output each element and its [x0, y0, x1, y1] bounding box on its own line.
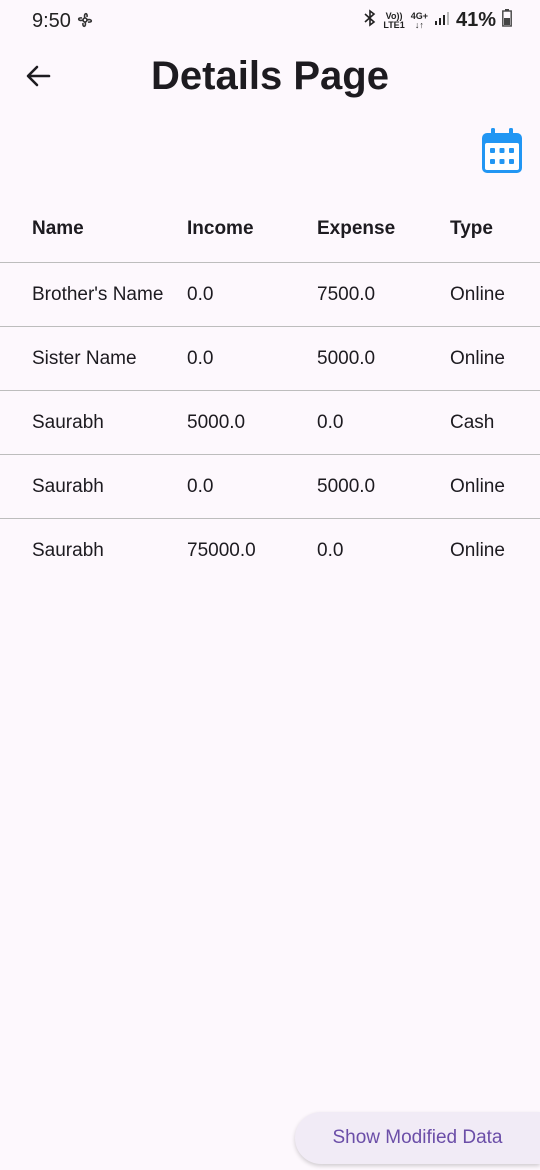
page-title: Details Page: [151, 54, 389, 98]
cell-income: 0.0: [187, 284, 214, 305]
cell-name: Saurabh: [32, 540, 104, 561]
cell-expense: 7500.0: [317, 284, 376, 305]
show-modified-data-button[interactable]: Show Modified Data: [295, 1112, 540, 1164]
table-row: Saurabh 75000.0 0.0 Online: [0, 519, 540, 582]
cell-name: Brother's Name: [32, 284, 164, 305]
column-header-name: Name: [32, 217, 84, 239]
status-icons: Vo)) LTE1 4G+ ↓↑ 41%: [363, 9, 512, 32]
battery-percent: 41%: [455, 9, 496, 31]
calendar-button[interactable]: [480, 128, 528, 178]
cell-type: Cash: [450, 412, 495, 433]
fan-icon: [76, 11, 94, 34]
cell-name: Saurabh: [32, 476, 104, 497]
status-bar: 9:50 Vo)) LTE1 4G+ ↓↑ 41%: [0, 0, 540, 42]
cell-type: Online: [450, 476, 505, 497]
cell-income: 0.0: [187, 476, 214, 497]
cell-type: Online: [450, 284, 505, 305]
table-row: Sister Name 0.0 5000.0 Online: [0, 327, 540, 391]
show-modified-data-label: Show Modified Data: [332, 1127, 503, 1148]
battery-icon: [502, 9, 512, 32]
column-header-expense: Expense: [317, 217, 396, 239]
table-row: Saurabh 0.0 5000.0 Online: [0, 455, 540, 519]
cell-type: Online: [450, 348, 505, 369]
column-header-type: Type: [450, 217, 493, 239]
signal-icon: [434, 10, 450, 31]
cell-name: Sister Name: [32, 348, 137, 369]
bluetooth-icon: [363, 9, 377, 32]
status-time: 9:50: [32, 10, 71, 32]
cell-name: Saurabh: [32, 412, 104, 433]
column-header-income: Income: [187, 217, 254, 239]
cell-income: 0.0: [187, 348, 214, 369]
volte-indicator: Vo)) LTE1: [383, 11, 405, 30]
data-arrows-icon: ↓↑: [414, 19, 424, 30]
table-row: Saurabh 5000.0 0.0 Cash: [0, 391, 540, 455]
cell-expense: 0.0: [317, 540, 344, 561]
calendar-icon: [480, 128, 524, 178]
table-header-row: Name Income Expense Type: [0, 194, 540, 263]
network-gen-indicator: 4G+ ↓↑: [411, 11, 428, 30]
lte-label: LTE1: [383, 19, 405, 30]
table-row: Brother's Name 0.0 7500.0 Online: [0, 263, 540, 327]
cell-income: 5000.0: [187, 412, 246, 433]
details-table: Name Income Expense Type Brother's Name …: [0, 194, 540, 582]
cell-income: 75000.0: [187, 540, 256, 561]
app-bar: Details Page: [0, 42, 540, 114]
cell-expense: 5000.0: [317, 476, 376, 497]
cell-expense: 0.0: [317, 412, 344, 433]
cell-type: Online: [450, 540, 505, 561]
cell-expense: 5000.0: [317, 348, 376, 369]
